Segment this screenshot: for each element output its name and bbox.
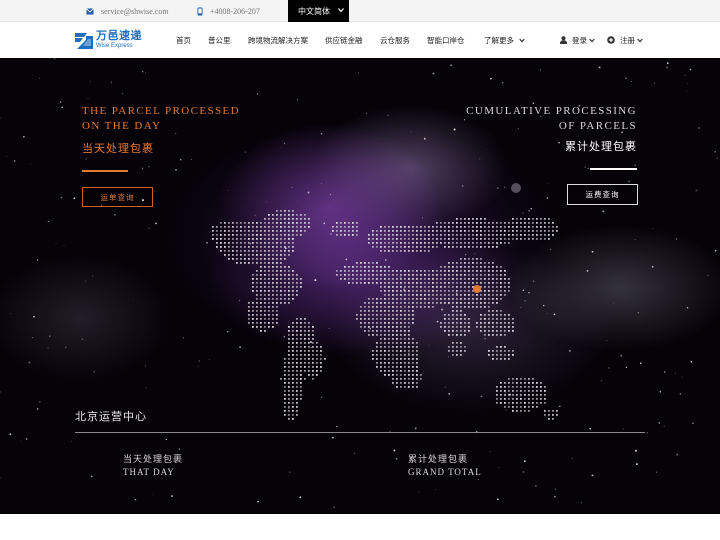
stat-grand-total: 累计处理包裹 GRAND TOTAL	[408, 453, 482, 479]
right-panel-subtitle: 累计处理包裹	[565, 141, 637, 153]
right-title-line1: CUMULATIVE PROCESSING	[466, 105, 637, 117]
chevron-down-icon	[637, 38, 643, 43]
chevron-down-icon	[519, 38, 525, 43]
login-menu[interactable]: 登录	[560, 22, 595, 58]
operation-center-name: 北京运营中心	[75, 411, 147, 423]
operation-center-divider	[75, 432, 645, 433]
mobile-phone-icon	[197, 7, 203, 15]
login-label: 登录	[572, 35, 587, 45]
nav-item-pugongli[interactable]: 普公里	[208, 22, 231, 58]
nav-item-cross-border-logistics[interactable]: 跨境物流解决方案	[248, 22, 308, 58]
register-label: 注册	[620, 35, 635, 45]
page-bottom-strip	[0, 514, 720, 540]
right-title-line2: OF PARCELS	[558, 120, 637, 132]
contact-email[interactable]: service@shwise.com	[86, 0, 169, 22]
stat-total-label-en: GRAND TOTAL	[408, 467, 482, 477]
right-panel-title: CUMULATIVE PROCESSING OF PARCELS	[466, 104, 637, 134]
stat-today: 当天处理包裹 THAT DAY	[123, 453, 183, 479]
top-contact-bar: service@shwise.com +4008-206-207 中文简体	[0, 0, 720, 22]
caret-down-icon	[338, 8, 344, 13]
location-marker-icon	[473, 285, 481, 293]
brand-name-cn: 万邑速递	[96, 30, 142, 42]
hero-banner: THE PARCEL PROCESSED ON THE DAY 当天处理包裹 运…	[0, 58, 720, 514]
planet-decoration	[511, 183, 521, 193]
stat-today-label-en: THAT DAY	[123, 467, 175, 477]
brand-logo[interactable]: 万邑速递 Wise Express	[74, 29, 142, 51]
waybill-query-button[interactable]: 运单查询	[82, 187, 153, 207]
user-icon	[560, 36, 567, 44]
stat-total-label-cn: 累计处理包裹	[408, 454, 469, 464]
left-title-line1: THE PARCEL PROCESSED	[82, 105, 240, 117]
left-panel-title: THE PARCEL PROCESSED ON THE DAY	[82, 104, 240, 134]
envelope-icon	[86, 7, 94, 14]
nav-item-cloud-warehouse[interactable]: 云仓服务	[380, 22, 410, 58]
contact-phone: +4008-206-207	[197, 0, 260, 22]
stat-today-label-cn: 当天处理包裹	[123, 454, 184, 464]
chevron-down-icon	[589, 38, 595, 43]
contact-email-text: service@shwise.com	[101, 6, 169, 16]
main-navbar: 万邑速递 Wise Express 首页 普公里 跨境物流解决方案 供应链金融 …	[0, 22, 720, 58]
nav-item-smart-port-warehouse[interactable]: 智能口岸仓	[427, 22, 465, 58]
language-select-value: 中文简体	[298, 6, 330, 16]
contact-phone-text: +4008-206-207	[210, 6, 260, 16]
register-menu[interactable]: 注册	[607, 22, 643, 58]
wise-express-logo-icon	[75, 33, 93, 49]
left-panel-subtitle: 当天处理包裹	[82, 143, 154, 155]
nav-item-learn-more[interactable]: 了解更多	[484, 22, 525, 58]
left-accent-divider	[82, 170, 128, 172]
language-select[interactable]: 中文简体	[288, 0, 349, 22]
nav-item-home[interactable]: 首页	[176, 22, 191, 58]
right-accent-divider	[590, 168, 637, 170]
brand-name-en: Wise Express	[96, 43, 133, 49]
plus-circle-icon	[607, 36, 615, 44]
nav-item-learn-more-label: 了解更多	[484, 35, 514, 45]
left-title-line2: ON THE DAY	[82, 120, 162, 132]
freight-query-button[interactable]: 运费查询	[567, 184, 638, 205]
nav-item-supply-chain-finance[interactable]: 供应链金融	[325, 22, 363, 58]
